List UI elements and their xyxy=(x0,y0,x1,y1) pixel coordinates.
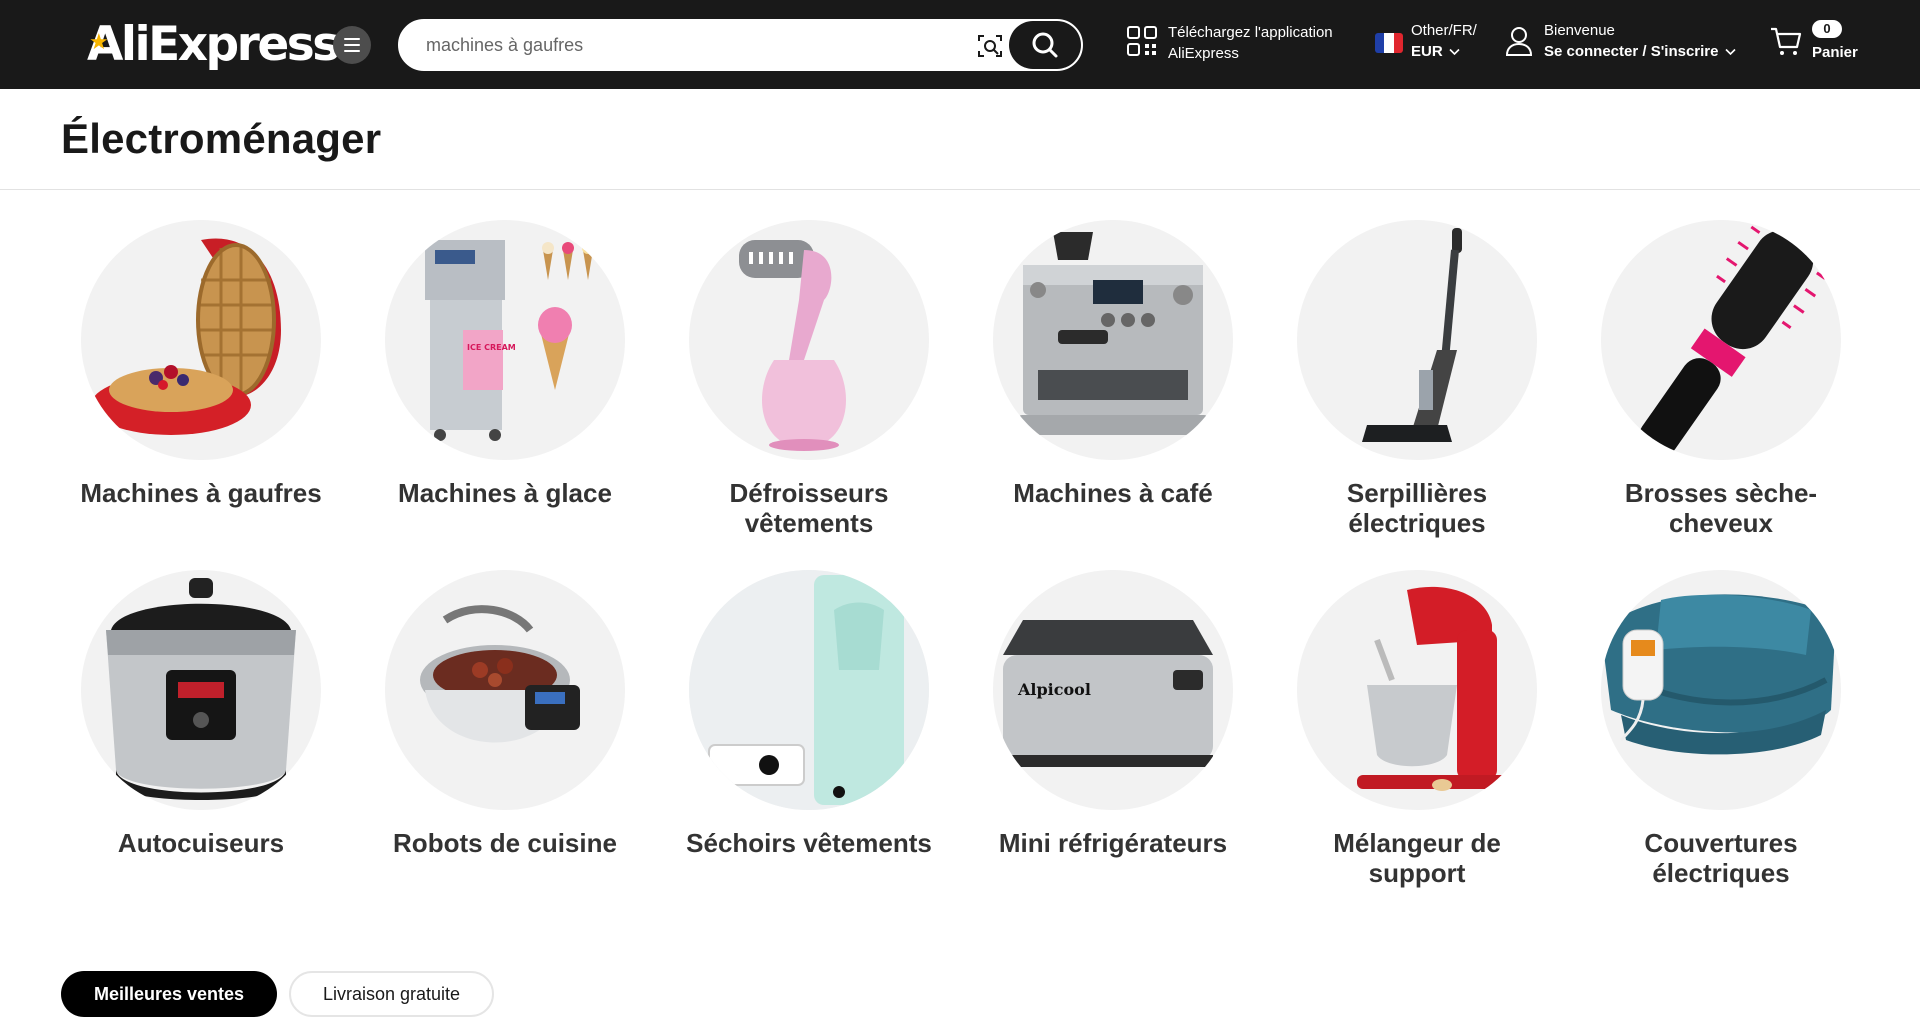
qr-code-icon xyxy=(1127,26,1157,56)
ice-cream-machine-icon: ICE CREAM xyxy=(385,220,625,460)
category-electric-blankets[interactable]: Couvertures électriques xyxy=(1569,570,1873,888)
hamburger-icon xyxy=(344,38,360,52)
search-bar xyxy=(398,19,1083,71)
category-label: Mini réfrigérateurs xyxy=(998,828,1228,858)
pressure-cooker-icon xyxy=(81,570,321,810)
app-download-line1: Téléchargez l'application xyxy=(1168,24,1333,41)
category-ice-cream-machines[interactable]: ICE CREAM Machines à glace xyxy=(353,220,657,508)
electric-mop-icon xyxy=(1297,220,1537,460)
sign-in-label: Se connecter / S'inscrire xyxy=(1544,43,1719,60)
search-icon xyxy=(1032,32,1058,58)
page-title: Électroménager xyxy=(61,115,382,162)
stand-mixer-icon xyxy=(1297,570,1537,810)
category-label: Autocuiseurs xyxy=(117,828,285,858)
category-label: Serpillières électriques xyxy=(1346,478,1488,538)
image-search-icon[interactable] xyxy=(975,31,1005,61)
hair-dryer-brush-icon xyxy=(1601,220,1841,460)
cooking-robot-icon xyxy=(385,570,625,810)
category-waffle-makers[interactable]: Machines à gaufres xyxy=(49,220,353,508)
chevron-down-icon xyxy=(1725,48,1736,56)
category-mini-fridges[interactable]: Alpicool Mini réfrigérateurs xyxy=(961,570,1265,858)
espresso-machine-icon xyxy=(993,220,1233,460)
category-label: Robots de cuisine xyxy=(393,828,617,858)
currency-label: EUR xyxy=(1411,43,1443,60)
cart-label: Panier xyxy=(1812,44,1858,61)
category-menu-button[interactable] xyxy=(333,26,371,64)
clothes-dryer-icon xyxy=(689,570,929,810)
app-download-line2: AliExpress xyxy=(1168,45,1239,62)
category-garment-steamers[interactable]: Défroisseurs vêtements xyxy=(657,220,961,538)
search-input[interactable] xyxy=(426,21,946,69)
filter-label: Livraison gratuite xyxy=(322,983,461,1004)
filter-free-shipping[interactable]: Livraison gratuite xyxy=(289,971,494,1017)
region-label: Other/FR/ xyxy=(1411,22,1477,39)
cart-count-badge: 0 xyxy=(1812,20,1842,38)
category-clothes-dryers[interactable]: Séchoirs vêtements xyxy=(657,570,961,858)
user-icon xyxy=(1505,27,1533,56)
waffle-maker-icon xyxy=(81,220,321,460)
category-label: Séchoirs vêtements xyxy=(686,828,932,858)
category-electric-mops[interactable]: Serpillières électriques xyxy=(1265,220,1569,538)
garment-steamer-icon xyxy=(689,220,929,460)
top-header: ★ AliExpress machines à gaufres Téléchar… xyxy=(0,0,1920,89)
category-label: Machines à glace xyxy=(398,478,612,508)
mini-fridge-icon: Alpicool xyxy=(993,570,1233,810)
category-hair-dryer-brushes[interactable]: Brosses sèche-cheveux xyxy=(1569,220,1873,538)
category-label: Mélangeur de support xyxy=(1333,828,1501,888)
france-flag-icon xyxy=(1375,33,1403,53)
filter-best-sellers[interactable]: Meilleures ventes xyxy=(61,971,277,1017)
category-label: Couvertures électriques xyxy=(1644,828,1798,888)
category-label: Défroisseurs vêtements xyxy=(729,478,889,538)
svg-text:ICE CREAM: ICE CREAM xyxy=(467,343,516,352)
shopping-cart-icon xyxy=(1771,27,1802,55)
chevron-down-icon xyxy=(1449,48,1460,56)
filter-label: Meilleures ventes xyxy=(93,983,245,1004)
category-coffee-machines[interactable]: Machines à café xyxy=(961,220,1265,508)
title-divider xyxy=(0,189,1920,190)
welcome-label: Bienvenue xyxy=(1544,22,1615,39)
category-label: Machines à café xyxy=(1013,478,1213,508)
aliexpress-logo[interactable]: ★ AliExpress xyxy=(87,20,340,70)
category-label: Machines à gaufres xyxy=(80,478,322,508)
category-label: Brosses sèche-cheveux xyxy=(1624,478,1818,538)
category-stand-mixers[interactable]: Mélangeur de support xyxy=(1265,570,1569,888)
electric-blanket-icon xyxy=(1601,570,1841,810)
category-pressure-cookers[interactable]: Autocuiseurs xyxy=(49,570,353,858)
category-cooking-robots[interactable]: Robots de cuisine xyxy=(353,570,657,858)
search-button[interactable] xyxy=(1009,21,1081,69)
svg-text:Alpicool: Alpicool xyxy=(1017,680,1091,699)
